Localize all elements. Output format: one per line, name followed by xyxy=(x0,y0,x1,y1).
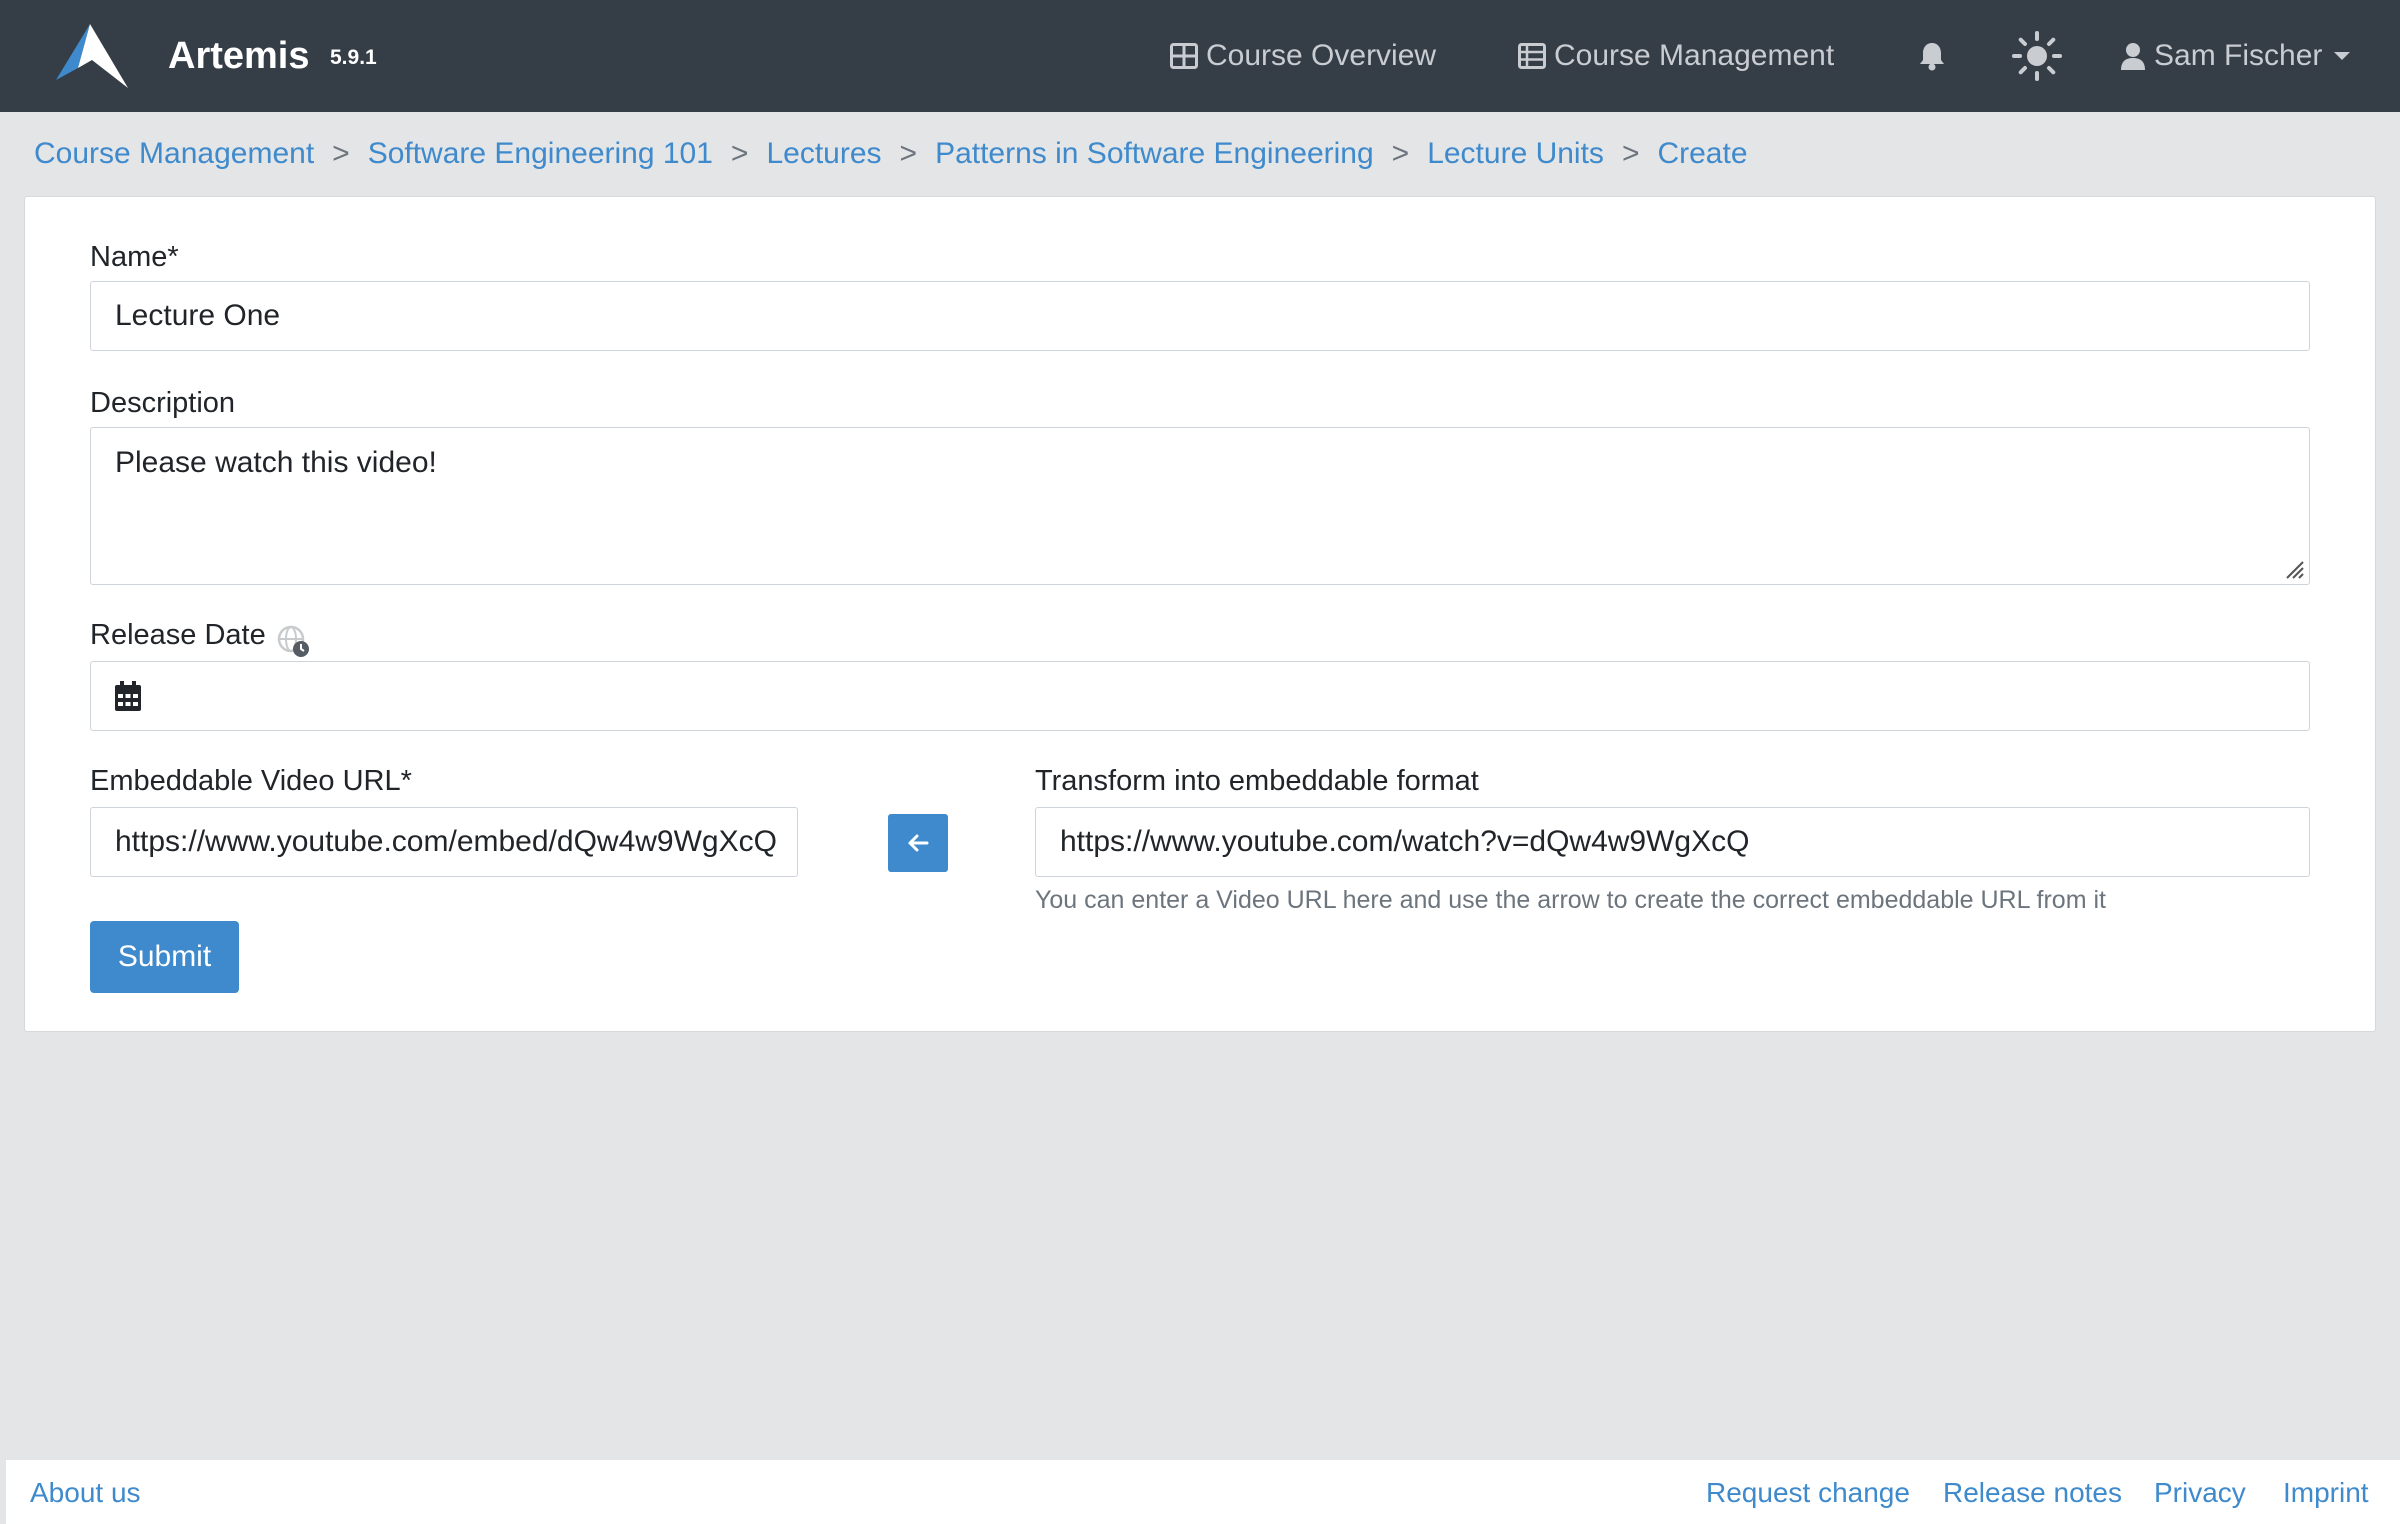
sun-icon xyxy=(2012,31,2062,81)
artemis-logo[interactable] xyxy=(56,24,130,88)
transform-label: Transform into embeddable format xyxy=(1035,765,1479,797)
theme-toggle-button[interactable] xyxy=(2012,31,2070,81)
transform-url-input[interactable]: https://www.youtube.com/watch?v=dQw4w9Wg… xyxy=(1035,807,2310,877)
user-icon xyxy=(2121,43,2145,70)
breadcrumb-lecture-units[interactable]: Lecture Units xyxy=(1427,137,1604,171)
name-label: Name* xyxy=(90,241,179,273)
breadcrumb-separator: > xyxy=(730,137,749,170)
video-url-label: Embeddable Video URL* xyxy=(90,765,412,797)
description-label: Description xyxy=(90,387,236,419)
nav-course-management[interactable]: Course Management xyxy=(1518,32,1834,80)
breadcrumb-course[interactable]: Software Engineering 101 xyxy=(368,137,713,171)
breadcrumb-create[interactable]: Create xyxy=(1657,137,1747,171)
video-unit-form-card: Name* Lecture One Description Please wat… xyxy=(24,196,2376,1032)
breadcrumb-lecture[interactable]: Patterns in Software Engineering xyxy=(935,137,1374,171)
footer-about-link[interactable]: About us xyxy=(30,1474,141,1512)
chevron-down-icon xyxy=(2334,52,2351,60)
breadcrumb-separator: > xyxy=(1621,137,1640,170)
video-url-input[interactable]: https://www.youtube.com/embed/dQw4w9WgXc… xyxy=(90,807,798,877)
breadcrumb-separator: > xyxy=(899,137,918,170)
nav-course-overview[interactable]: Course Overview xyxy=(1170,32,1436,80)
bell-icon xyxy=(1920,43,1944,71)
submit-button[interactable]: Submit xyxy=(90,921,239,993)
name-input[interactable]: Lecture One xyxy=(90,281,2310,351)
notifications-button[interactable] xyxy=(1918,32,1954,80)
nav-course-management-label: Course Management xyxy=(1554,39,1835,72)
transform-url-button[interactable] xyxy=(888,814,948,872)
app-version: 5.9.1 xyxy=(330,46,377,69)
top-navbar: Artemis 5.9.1 Course Overview Course Man… xyxy=(0,0,2400,112)
footer: About us Request change Release notes Pr… xyxy=(6,1460,2400,1524)
description-text: Please watch this video! xyxy=(115,446,437,479)
footer-request-change-link[interactable]: Request change xyxy=(1706,1474,1910,1512)
resize-handle-icon[interactable] xyxy=(2281,556,2305,580)
breadcrumb-lectures[interactable]: Lectures xyxy=(766,137,881,171)
brand-name[interactable]: Artemis xyxy=(168,30,310,82)
timezone-globe-icon[interactable] xyxy=(277,625,311,659)
user-name: Sam Fischer xyxy=(2154,39,2323,72)
footer-privacy-link[interactable]: Privacy xyxy=(2154,1474,2246,1512)
user-menu[interactable]: Sam Fischer xyxy=(2120,32,2351,80)
footer-release-notes-link[interactable]: Release notes xyxy=(1943,1474,2122,1512)
calendar-icon[interactable] xyxy=(115,681,141,711)
breadcrumb-course-management[interactable]: Course Management xyxy=(34,137,314,171)
footer-imprint-link[interactable]: Imprint xyxy=(2283,1474,2369,1512)
table-icon xyxy=(1518,43,1546,69)
description-textarea[interactable]: Please watch this video! xyxy=(90,427,2310,585)
arrow-left-icon xyxy=(908,834,929,852)
breadcrumb-separator: > xyxy=(1391,137,1410,170)
release-date-label: Release Date xyxy=(90,619,266,651)
breadcrumb: Course Management > Software Engineering… xyxy=(34,132,1748,176)
transform-help-text: You can enter a Video URL here and use t… xyxy=(1035,886,2106,914)
grid-icon xyxy=(1170,43,1198,69)
breadcrumb-separator: > xyxy=(332,137,350,170)
nav-course-overview-label: Course Overview xyxy=(1206,39,1437,72)
release-date-input[interactable] xyxy=(90,661,2310,731)
